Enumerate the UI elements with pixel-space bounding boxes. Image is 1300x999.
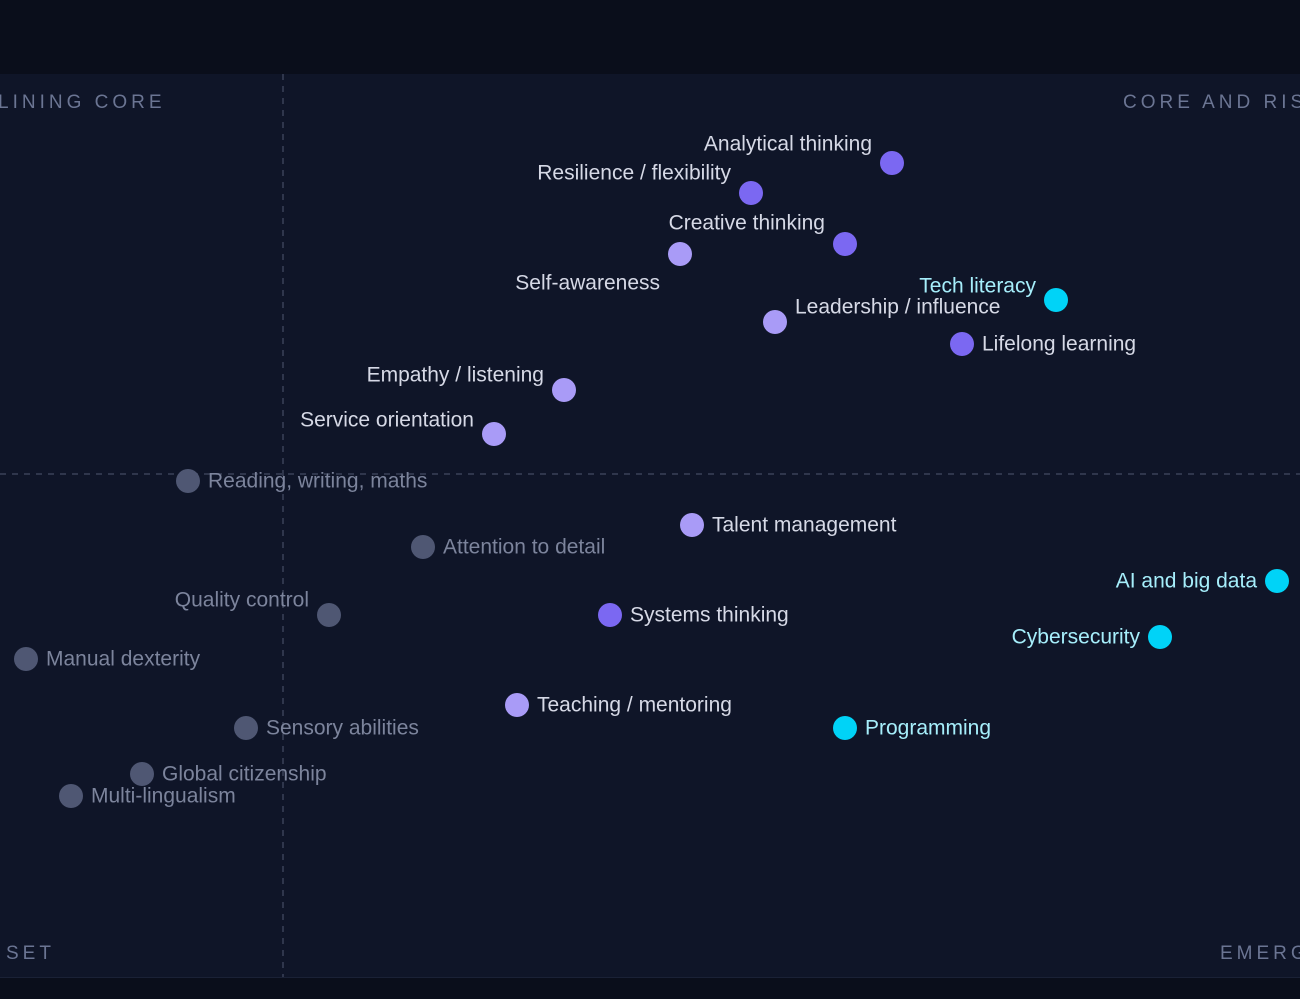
data-point-service-orientation: Service orientation [300,409,506,446]
point-label: Analytical thinking [704,133,872,156]
bottom-band [0,977,1300,999]
data-point-sensory-abilities: Sensory abilities [234,716,419,740]
point-marker [552,378,576,402]
point-label: Talent management [712,514,897,537]
data-point-analytical-thinking: Analytical thinking [704,133,904,175]
data-point-programming: Programming [833,716,991,740]
point-marker [950,332,974,356]
point-marker [234,716,258,740]
point-label: Teaching / mentoring [537,694,732,717]
data-point-manual-dexterity: Manual dexterity [14,647,201,671]
data-point-self-awareness: Self-awareness [515,242,692,295]
point-label: Self-awareness [515,272,660,295]
point-label: Programming [865,717,991,740]
quadrant-label-top-right: CORE AND RIS [1123,92,1300,113]
point-label: Global citizenship [162,763,327,786]
data-point-global-citizenship: Global citizenship [130,762,327,786]
point-marker [1148,625,1172,649]
point-label: Multi-lingualism [91,785,236,808]
data-point-cybersecurity: Cybersecurity [1012,625,1172,649]
data-point-attention-to-detail: Attention to detail [411,535,605,559]
data-point-talent-management: Talent management [680,513,897,537]
point-label: AI and big data [1116,570,1258,593]
point-label: Reading, writing, maths [208,470,427,493]
point-marker [1044,288,1068,312]
point-label: Manual dexterity [46,648,201,671]
point-marker [880,151,904,175]
point-label: Service orientation [300,409,474,432]
top-band [0,0,1300,74]
point-marker [598,603,622,627]
point-label: Tech literacy [919,275,1036,298]
point-marker [763,310,787,334]
data-point-resilience-flexibility: Resilience / flexibility [537,162,763,205]
point-label: Creative thinking [669,212,825,235]
point-marker [59,784,83,808]
data-point-ai-and-big-data: AI and big data [1116,569,1289,593]
point-label: Cybersecurity [1012,626,1141,649]
point-marker [739,181,763,205]
quadrant-label-bottom-right: EMERG [1220,943,1300,964]
data-point-empathy-listening: Empathy / listening [367,364,576,402]
point-label: Attention to detail [443,536,605,559]
point-marker [1265,569,1289,593]
point-marker [14,647,38,671]
data-point-teaching-mentoring: Teaching / mentoring [505,693,732,717]
data-point-systems-thinking: Systems thinking [598,603,789,627]
point-marker [176,469,200,493]
chart-svg: Analytical thinking Resilience / flexibil… [0,74,1300,977]
data-point-creative-thinking: Creative thinking [669,212,857,256]
point-marker [680,513,704,537]
data-point-lifelong-learning: Lifelong learning [950,332,1136,356]
point-label: Systems thinking [630,604,789,627]
point-marker [317,603,341,627]
point-marker [130,762,154,786]
point-label: Empathy / listening [367,364,544,387]
point-marker [505,693,529,717]
point-label: Resilience / flexibility [537,162,731,185]
data-point-multi-lingualism: Multi-lingualism [59,784,236,808]
point-marker [482,422,506,446]
point-label: Quality control [175,589,309,612]
data-point-quality-control: Quality control [175,589,341,627]
data-point-reading-writing-maths: Reading, writing, maths [176,469,427,493]
data-point-leadership-influence: Leadership / influence [763,296,1000,334]
point-label: Leadership / influence [795,296,1000,319]
point-marker [833,232,857,256]
point-marker [411,535,435,559]
quadrant-chart: Analytical thinking Resilience / flexibil… [0,74,1300,977]
point-marker [668,242,692,266]
point-marker [833,716,857,740]
quadrant-label-bottom-left: SET [6,943,55,964]
point-label: Sensory abilities [266,717,419,740]
quadrant-label-top-left: LINING CORE [0,92,166,113]
point-label: Lifelong learning [982,333,1136,356]
